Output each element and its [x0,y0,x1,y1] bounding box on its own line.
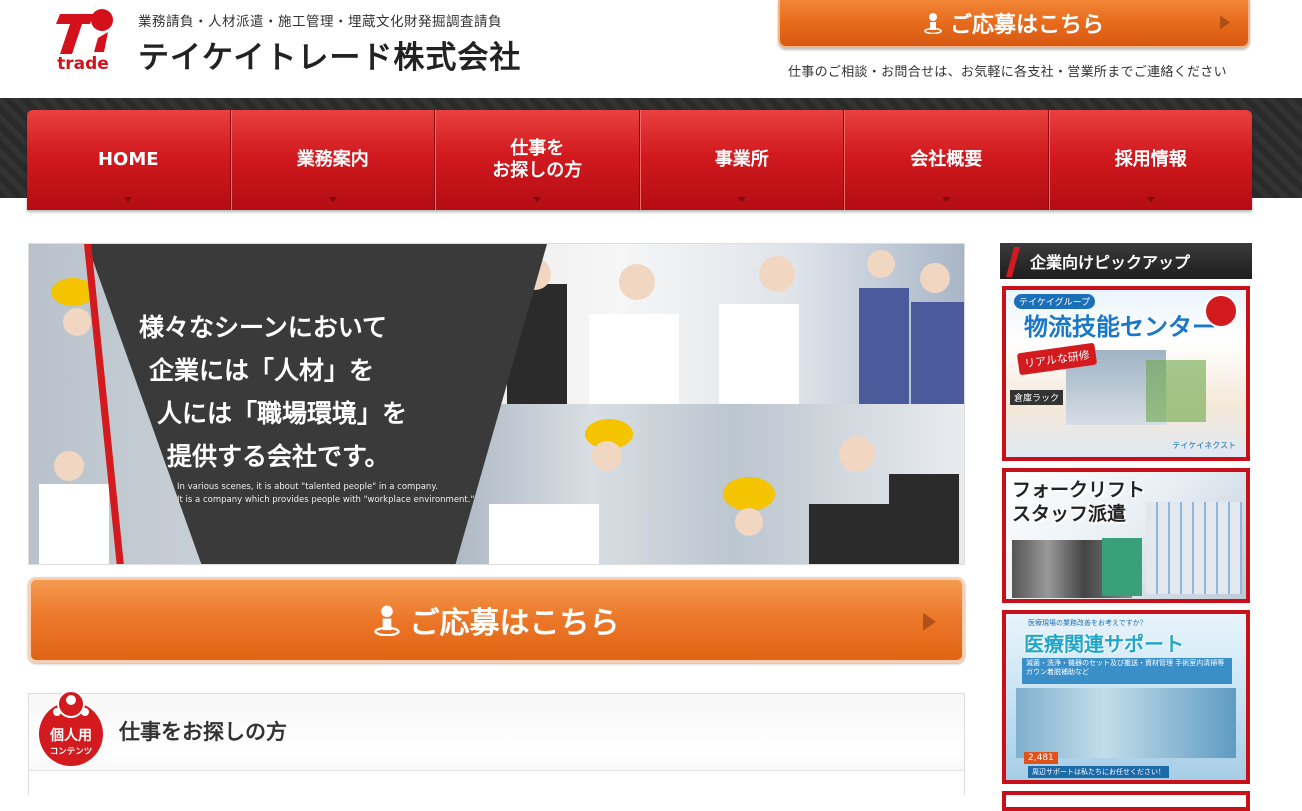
apply-button-main[interactable]: ご応募はこちら [28,577,965,663]
banner-forklift-staffing[interactable]: フォークリフト スタッフ派遣 [1002,468,1250,603]
company-logo[interactable]: trade [48,8,118,78]
nav-item-recruit[interactable]: 採用情報 [1048,110,1252,210]
nav-item-company[interactable]: 会社概要 [844,110,1049,210]
operating-room-image [1016,688,1236,758]
company-tagline: 業務請負・人材派遣・施工管理・埋蔵文化財発掘調査請負 [138,14,502,30]
forklift-image [1146,360,1206,422]
forklift-image [1102,538,1142,596]
contact-note: 仕事のご相談・お問合せは、お気軽に各支社・営業所までご連絡ください [788,65,1227,80]
hero-copy-ja: 様々なシーンにおいて 企業には「人材」を 人には「職場環境」を 提供する会社です… [139,313,408,471]
person-icon [924,12,942,35]
person-icon [373,604,400,637]
nav-item-job-seekers[interactable]: 仕事を お探しの方 [435,110,640,210]
apply-button-header[interactable]: ご応募はこちら [778,0,1250,48]
logo-mark-icon [56,9,113,54]
hero-copy-en: In various scenes, it is about "talented… [177,482,475,505]
banner2-title: フォークリフト スタッフ派遣 [1012,479,1146,525]
banner-logistics-center[interactable]: テイケイグループ 物流技能センター リアルな研修 倉庫ラック テイケイネクスト [1002,286,1250,461]
section-title: 仕事をお探しの方 [119,720,287,744]
banner-next[interactable] [1002,791,1250,811]
hero-banner: 様々なシーンにおいて 企業には「人材」を 人には「職場環境」を 提供する会社です… [28,243,965,565]
nav-item-services[interactable]: 業務案内 [230,110,435,210]
banner3-count: 2,481 [1024,752,1058,764]
banner1-title: 物流技能センター [1024,313,1216,341]
nav-item-offices[interactable]: 事業所 [639,110,844,210]
badge-line1: 個人用 [49,727,92,744]
banner1-logo: テイケイネクスト [1172,441,1236,450]
banner3-footer: 周辺サポートは私たちにお任せください！ [1028,766,1169,778]
global-nav: HOME 業務案内 仕事を お探しの方 事業所 会社概要 採用情報 [27,110,1252,210]
banner3-services: 滅菌・洗浄・機器のセット及び搬送・資材管理 手術室内清掃等 ガウン着脱補助など [1022,658,1232,684]
arrow-right-icon [923,612,936,631]
badge-line2: コンテンツ [50,747,93,757]
section-divider [29,770,964,796]
personal-content-badge-icon: 個人用 コンテンツ [39,690,103,766]
job-seekers-section: 個人用 コンテンツ 仕事をお探しの方 [28,690,965,796]
site-header: trade 業務請負・人材派遣・施工管理・埋蔵文化財発掘調査請負 テイケイトレー… [0,0,1302,98]
stamp-icon [1204,294,1238,328]
apply-button-main-label: ご応募はこちら [409,606,620,641]
arrow-right-icon [1220,15,1230,30]
nav-item-home[interactable]: HOME [27,110,231,210]
company-name[interactable]: テイケイトレード株式会社 [138,32,521,77]
apply-button-label: ご応募はこちら [949,13,1104,38]
banner1-rack-label: 倉庫ラック [1010,390,1064,405]
logo-wordmark: trade [57,54,109,74]
banner3-lead: 医療現場の業務改善をお考えですか？ [1028,619,1147,627]
floor-plan-image [1146,502,1242,594]
banner3-title: 医療関連サポート [1024,632,1184,656]
sidebar-title: 企業向けピックアップ [1000,243,1252,279]
banner-medical-support[interactable]: 医療現場の業務改善をお考えですか？ 医療関連サポート 滅菌・洗浄・機器のセット及… [1002,610,1250,784]
